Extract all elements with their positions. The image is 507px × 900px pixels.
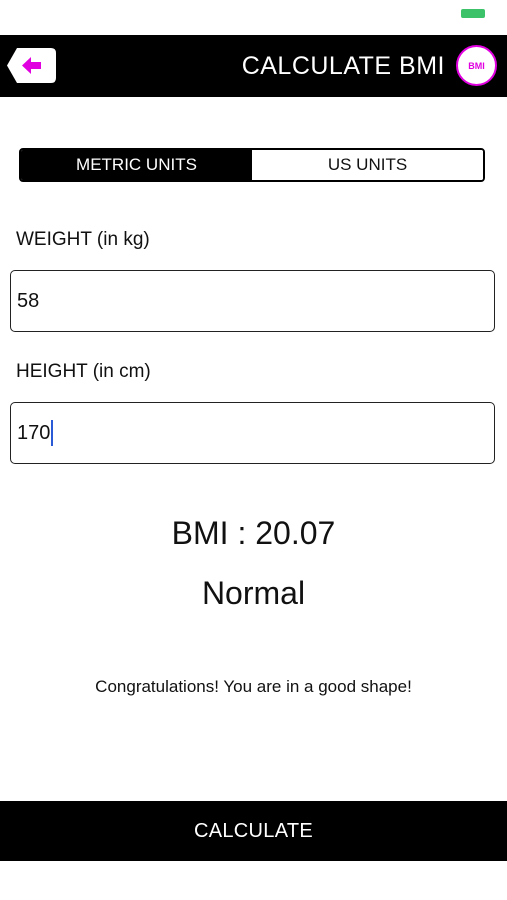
bmi-category: Normal [201, 575, 306, 611]
app-header: CALCULATE BMI BMI [0, 35, 507, 97]
status-bar [0, 0, 507, 34]
unit-selector: METRIC UNITS US UNITS [19, 148, 485, 182]
weight-label: WEIGHT (in kg) [16, 229, 150, 250]
weight-input[interactable]: 58 [10, 270, 495, 332]
result-message: Congratulations! You are in a good shape… [95, 677, 412, 696]
back-arrow-icon [7, 48, 56, 83]
back-button[interactable] [7, 48, 56, 83]
weight-value: 58 [17, 289, 40, 312]
height-input[interactable]: 170 [10, 402, 495, 464]
metric-units-tab[interactable]: METRIC UNITS [21, 150, 252, 180]
text-cursor [51, 420, 54, 446]
height-value: 170 [17, 421, 51, 444]
height-label: HEIGHT (in cm) [16, 361, 151, 382]
calculate-button[interactable]: CALCULATE [0, 801, 507, 861]
bmi-logo: BMI [456, 45, 497, 86]
page-title: CALCULATE BMI [241, 52, 445, 80]
bmi-result: BMI : 20.07 [171, 515, 336, 551]
us-units-tab[interactable]: US UNITS [252, 150, 483, 180]
battery-icon [461, 9, 485, 18]
